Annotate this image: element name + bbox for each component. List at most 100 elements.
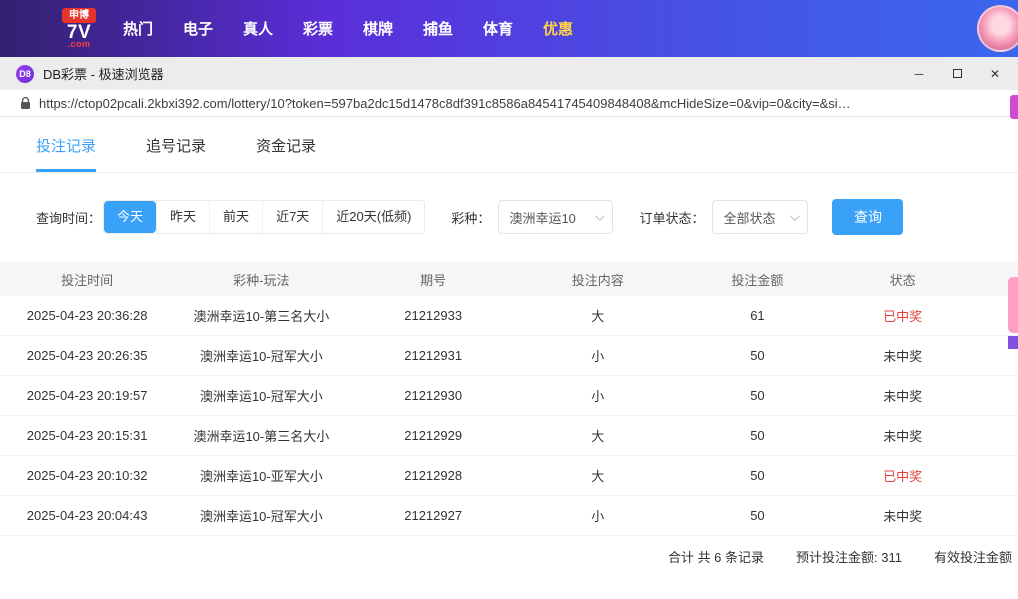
time-option-2days-ago[interactable]: 前天 bbox=[209, 201, 263, 233]
summary-valid-bet: 有效投注金额 bbox=[933, 549, 1012, 565]
cell-content: 小 bbox=[591, 389, 605, 404]
cell-play-type: 澳洲幸运10-冠军大小 bbox=[199, 389, 323, 404]
lottery-select-value: 澳洲幸运10 bbox=[509, 210, 576, 226]
cell-play-type: 澳洲幸运10-亚军大小 bbox=[199, 469, 323, 484]
search-button[interactable]: 查询 bbox=[832, 199, 904, 235]
cell-amount: 61 bbox=[750, 308, 765, 323]
cell-content: 大 bbox=[591, 309, 605, 324]
bet-table: 投注时间 彩种-玩法 期号 投注内容 投注金额 状态 2025-04-23 20… bbox=[0, 262, 1018, 536]
cell-play-type: 澳洲幸运10-冠军大小 bbox=[199, 509, 323, 524]
lottery-filter-label: 彩种： bbox=[451, 210, 491, 226]
cell-status: 未中奖 bbox=[883, 509, 923, 524]
close-button[interactable]: ✕ bbox=[976, 57, 1014, 90]
site-navbar: 申博 7V .com 热门 电子 真人 彩票 棋牌 捕鱼 体育 优惠 bbox=[0, 0, 1018, 57]
order-status-select[interactable]: 全部状态 bbox=[712, 200, 809, 234]
nav-item-cards[interactable]: 棋牌 bbox=[348, 18, 408, 39]
nav-item-lottery[interactable]: 彩票 bbox=[288, 18, 348, 39]
cell-status: 未中奖 bbox=[883, 429, 923, 444]
status-select-value: 全部状态 bbox=[723, 210, 776, 226]
table-row: 2025-04-23 20:10:32 澳洲幸运10-亚军大小 21212928… bbox=[0, 456, 1018, 496]
cell-status: 已中奖 bbox=[883, 309, 923, 324]
cell-content: 小 bbox=[591, 349, 605, 364]
main-nav: 热门 电子 真人 彩票 棋牌 捕鱼 体育 优惠 bbox=[108, 18, 588, 39]
window-controls: ─ ✕ bbox=[900, 57, 1014, 90]
cell-play-type: 澳洲幸运10-第三名大小 bbox=[193, 429, 330, 444]
cell-amount: 50 bbox=[750, 348, 765, 363]
nav-item-slots[interactable]: 电子 bbox=[168, 18, 228, 39]
header-issue: 期号 bbox=[420, 272, 447, 288]
floating-widget-magenta[interactable] bbox=[1010, 95, 1018, 119]
lock-icon bbox=[20, 96, 31, 110]
cell-issue: 21212933 bbox=[404, 308, 463, 323]
cell-play-type: 澳洲幸运10-冠军大小 bbox=[199, 349, 323, 364]
time-option-7days[interactable]: 近7天 bbox=[262, 201, 323, 233]
nav-item-sports[interactable]: 体育 bbox=[468, 18, 528, 39]
cell-bet-time: 2025-04-23 20:36:28 bbox=[26, 308, 148, 323]
table-row: 2025-04-23 20:26:35 澳洲幸运10-冠军大小 21212931… bbox=[0, 336, 1018, 376]
floating-widget-pink[interactable] bbox=[1008, 277, 1018, 333]
logo-text: 7V .com bbox=[66, 22, 92, 49]
cell-bet-time: 2025-04-23 20:26:35 bbox=[26, 348, 148, 363]
url-text[interactable]: https://ctop02pcali.2kbxi392.com/lottery… bbox=[39, 96, 999, 111]
table-summary: 合计 共 6 条记录 预计投注金额: 311 有效投注金额 bbox=[0, 536, 1018, 576]
cell-content: 大 bbox=[591, 429, 605, 444]
cell-amount: 50 bbox=[750, 508, 765, 523]
chevron-down-icon bbox=[595, 210, 606, 221]
floating-widget-purple[interactable] bbox=[1008, 336, 1018, 349]
time-option-today[interactable]: 今天 bbox=[104, 201, 157, 233]
cell-issue: 21212927 bbox=[404, 508, 463, 523]
status-filter-label: 订单状态： bbox=[639, 210, 705, 226]
cell-issue: 21212931 bbox=[404, 348, 463, 363]
cell-content: 大 bbox=[591, 469, 605, 484]
browser-titlebar: D8 DB彩票 - 极速浏览器 ─ ✕ bbox=[0, 57, 1018, 90]
cell-status: 已中奖 bbox=[883, 469, 923, 484]
nav-item-fishing[interactable]: 捕鱼 bbox=[408, 18, 468, 39]
table-row: 2025-04-23 20:04:43 澳洲幸运10-冠军大小 21212927… bbox=[0, 496, 1018, 536]
minimize-button[interactable]: ─ bbox=[900, 57, 938, 90]
maximize-button[interactable] bbox=[938, 57, 976, 90]
logo-suffix: .com bbox=[67, 39, 91, 49]
tab-fund-records[interactable]: 资金记录 bbox=[256, 135, 316, 172]
lottery-select[interactable]: 澳洲幸运10 bbox=[498, 200, 614, 234]
header-content: 投注内容 bbox=[571, 272, 624, 288]
table-header-row: 投注时间 彩种-玩法 期号 投注内容 投注金额 状态 bbox=[0, 262, 1018, 296]
user-avatar[interactable] bbox=[977, 5, 1018, 52]
time-option-yesterday[interactable]: 昨天 bbox=[156, 201, 210, 233]
tab-chase-records[interactable]: 追号记录 bbox=[146, 135, 206, 172]
cell-bet-time: 2025-04-23 20:04:43 bbox=[26, 508, 148, 523]
cell-issue: 21212930 bbox=[404, 388, 463, 403]
cell-bet-time: 2025-04-23 20:15:31 bbox=[26, 428, 148, 443]
nav-item-live[interactable]: 真人 bbox=[228, 18, 288, 39]
address-bar[interactable]: https://ctop02pcali.2kbxi392.com/lottery… bbox=[0, 90, 1018, 117]
cell-amount: 50 bbox=[750, 428, 765, 443]
table-row: 2025-04-23 20:36:28 澳洲幸运10-第三名大小 2121293… bbox=[0, 296, 1018, 336]
window-title: DB彩票 - 极速浏览器 bbox=[43, 67, 164, 82]
time-filter-group: 今天 昨天 前天 近7天 近20天(低频) bbox=[103, 200, 426, 234]
nav-item-promo[interactable]: 优惠 bbox=[528, 18, 588, 39]
cell-issue: 21212929 bbox=[404, 428, 463, 443]
cell-bet-time: 2025-04-23 20:10:32 bbox=[26, 468, 148, 483]
tab-bet-records[interactable]: 投注记录 bbox=[36, 135, 97, 172]
nav-item-hot[interactable]: 热门 bbox=[108, 18, 168, 39]
chevron-down-icon bbox=[790, 210, 801, 221]
time-option-20days[interactable]: 近20天(低频) bbox=[322, 201, 425, 233]
site-logo[interactable]: 申博 7V .com bbox=[52, 8, 106, 49]
cell-amount: 50 bbox=[750, 388, 765, 403]
header-bet-time: 投注时间 bbox=[61, 272, 114, 288]
maximize-icon bbox=[952, 69, 962, 78]
header-amount: 投注金额 bbox=[731, 272, 784, 288]
header-status: 状态 bbox=[889, 272, 916, 288]
cell-bet-time: 2025-04-23 20:19:57 bbox=[26, 388, 148, 403]
logo-badge: 申博 bbox=[62, 8, 96, 23]
summary-expected-bet: 预计投注金额: 311 bbox=[796, 549, 902, 565]
table-row: 2025-04-23 20:15:31 澳洲幸运10-第三名大小 2121292… bbox=[0, 416, 1018, 456]
cell-play-type: 澳洲幸运10-第三名大小 bbox=[193, 309, 330, 324]
record-tabs: 投注记录 追号记录 资金记录 bbox=[0, 117, 1018, 173]
cell-status: 未中奖 bbox=[883, 389, 923, 404]
browser-favicon: D8 bbox=[16, 64, 34, 83]
filter-row: 查询时间： 今天 昨天 前天 近7天 近20天(低频) 彩种： 澳洲幸运10 订… bbox=[36, 199, 1018, 235]
screen: 申博 7V .com 热门 电子 真人 彩票 棋牌 捕鱼 体育 优惠 D8 DB彩… bbox=[0, 0, 1018, 599]
cell-issue: 21212928 bbox=[404, 468, 463, 483]
summary-record-count: 合计 共 6 条记录 bbox=[667, 549, 765, 565]
cell-status: 未中奖 bbox=[883, 349, 923, 364]
